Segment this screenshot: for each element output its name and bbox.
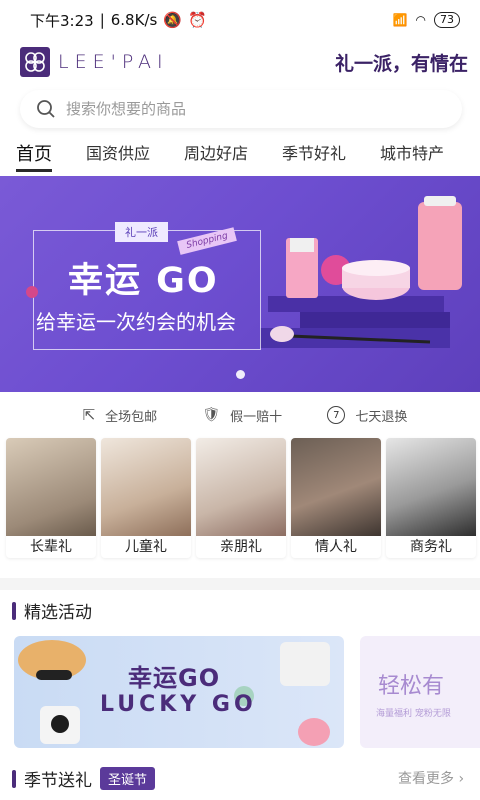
christmas-badge[interactable]: 圣诞节: [100, 767, 156, 790]
tab-city-specialties[interactable]: 城市特产: [380, 140, 444, 172]
shield-icon: 🛡: [202, 407, 221, 423]
category-children[interactable]: 儿童礼: [101, 438, 191, 558]
seven-day-icon: 7: [327, 406, 346, 424]
featured-section-title: 精选活动: [24, 603, 92, 623]
carousel-indicator[interactable]: [236, 370, 245, 379]
tab-nearby-shops[interactable]: 周边好店: [184, 140, 248, 172]
banner-subtitle: 给幸运一次约会的机会: [36, 310, 236, 334]
network-speed: 6.8K/s: [110, 11, 158, 29]
activity-side-title: 轻松有: [378, 674, 445, 699]
tab-state-supply[interactable]: 国资供应: [86, 140, 150, 172]
activity-subtitle: LUCKY GO: [100, 692, 257, 717]
status-bar: 下午3:23 | 6.8K/s 🔕 ⏰ 📶 ◠ 73: [0, 0, 480, 40]
seasonal-section-header: 季节送礼 圣诞节: [12, 766, 156, 791]
category-photo: [386, 438, 476, 536]
service-genuine: 🛡 假一赔十: [202, 400, 282, 430]
category-photo: [291, 438, 381, 536]
activity-card-lucky-go[interactable]: 幸运GO LUCKY GO: [14, 636, 344, 748]
battery-indicator: 73: [434, 12, 460, 28]
activity-side-subtitle: 海量福利 宠粉无限: [376, 709, 451, 719]
mute-icon: 🔕: [163, 11, 182, 29]
app-header: LEE'PAI 礼一派，有情在: [20, 44, 468, 80]
shipping-icon: ⇱: [82, 406, 96, 424]
status-time: 下午3:23: [30, 11, 94, 30]
chevron-right-icon: ›: [458, 771, 465, 787]
category-photo: [196, 438, 286, 536]
banner-tag: 礼一派: [115, 222, 168, 242]
category-business[interactable]: 商务礼: [386, 438, 476, 558]
section-accent-bar: [12, 601, 16, 620]
brand-slogan: 礼一派，有情在: [334, 52, 468, 75]
signal-icon: 📶: [392, 13, 408, 27]
service-label: 七天退换: [355, 409, 408, 425]
section-accent-bar: [12, 769, 16, 788]
alarm-icon: ⏰: [188, 11, 207, 29]
category-label: 情人礼: [291, 536, 381, 558]
activity-card-easy[interactable]: 轻松有 海量福利 宠粉无限: [360, 636, 480, 748]
gift-categories: 长辈礼 儿童礼 亲朋礼 情人礼 商务礼: [6, 438, 476, 558]
service-label: 全场包邮: [105, 409, 158, 425]
banner-title: 幸运 GO: [68, 261, 219, 301]
view-more-link[interactable]: 查看更多 ›: [398, 768, 464, 788]
category-label: 长辈礼: [6, 536, 96, 558]
service-guarantees: ⇱ 全场包邮 🛡 假一赔十 7 七天退换: [0, 400, 480, 430]
category-photo: [101, 438, 191, 536]
section-divider: [0, 578, 480, 590]
category-label: 商务礼: [386, 536, 476, 558]
category-label: 亲朋礼: [196, 536, 286, 558]
category-lovers[interactable]: 情人礼: [291, 438, 381, 558]
promo-banner[interactable]: 礼一派 Shopping 幸运 GO 给幸运一次约会的机会: [0, 176, 480, 392]
service-return: 7 七天退换: [327, 400, 407, 430]
category-friends[interactable]: 亲朋礼: [196, 438, 286, 558]
category-label: 儿童礼: [101, 536, 191, 558]
banner-decor-dot: [26, 286, 38, 298]
category-tabs: 首页 国资供应 周边好店 季节好礼 城市特产: [16, 140, 478, 172]
wifi-icon: ◠: [415, 13, 426, 27]
search-icon: [37, 100, 55, 118]
search-input[interactable]: [66, 100, 426, 118]
view-more-label: 查看更多: [398, 771, 454, 787]
brand-logo-icon: [20, 47, 50, 77]
category-elders[interactable]: 长辈礼: [6, 438, 96, 558]
status-separator: |: [99, 11, 105, 29]
seasonal-section-title: 季节送礼: [24, 771, 92, 791]
brand-name: LEE'PAI: [58, 51, 169, 73]
activity-title: 幸运GO: [128, 664, 221, 692]
service-free-shipping: ⇱ 全场包邮: [83, 400, 158, 430]
featured-section-header: 精选活动: [12, 598, 92, 623]
service-label: 假一赔十: [230, 409, 283, 425]
category-photo: [6, 438, 96, 536]
tab-home[interactable]: 首页: [16, 140, 52, 172]
tab-seasonal-gifts[interactable]: 季节好礼: [282, 140, 346, 172]
search-bar[interactable]: [20, 90, 462, 128]
